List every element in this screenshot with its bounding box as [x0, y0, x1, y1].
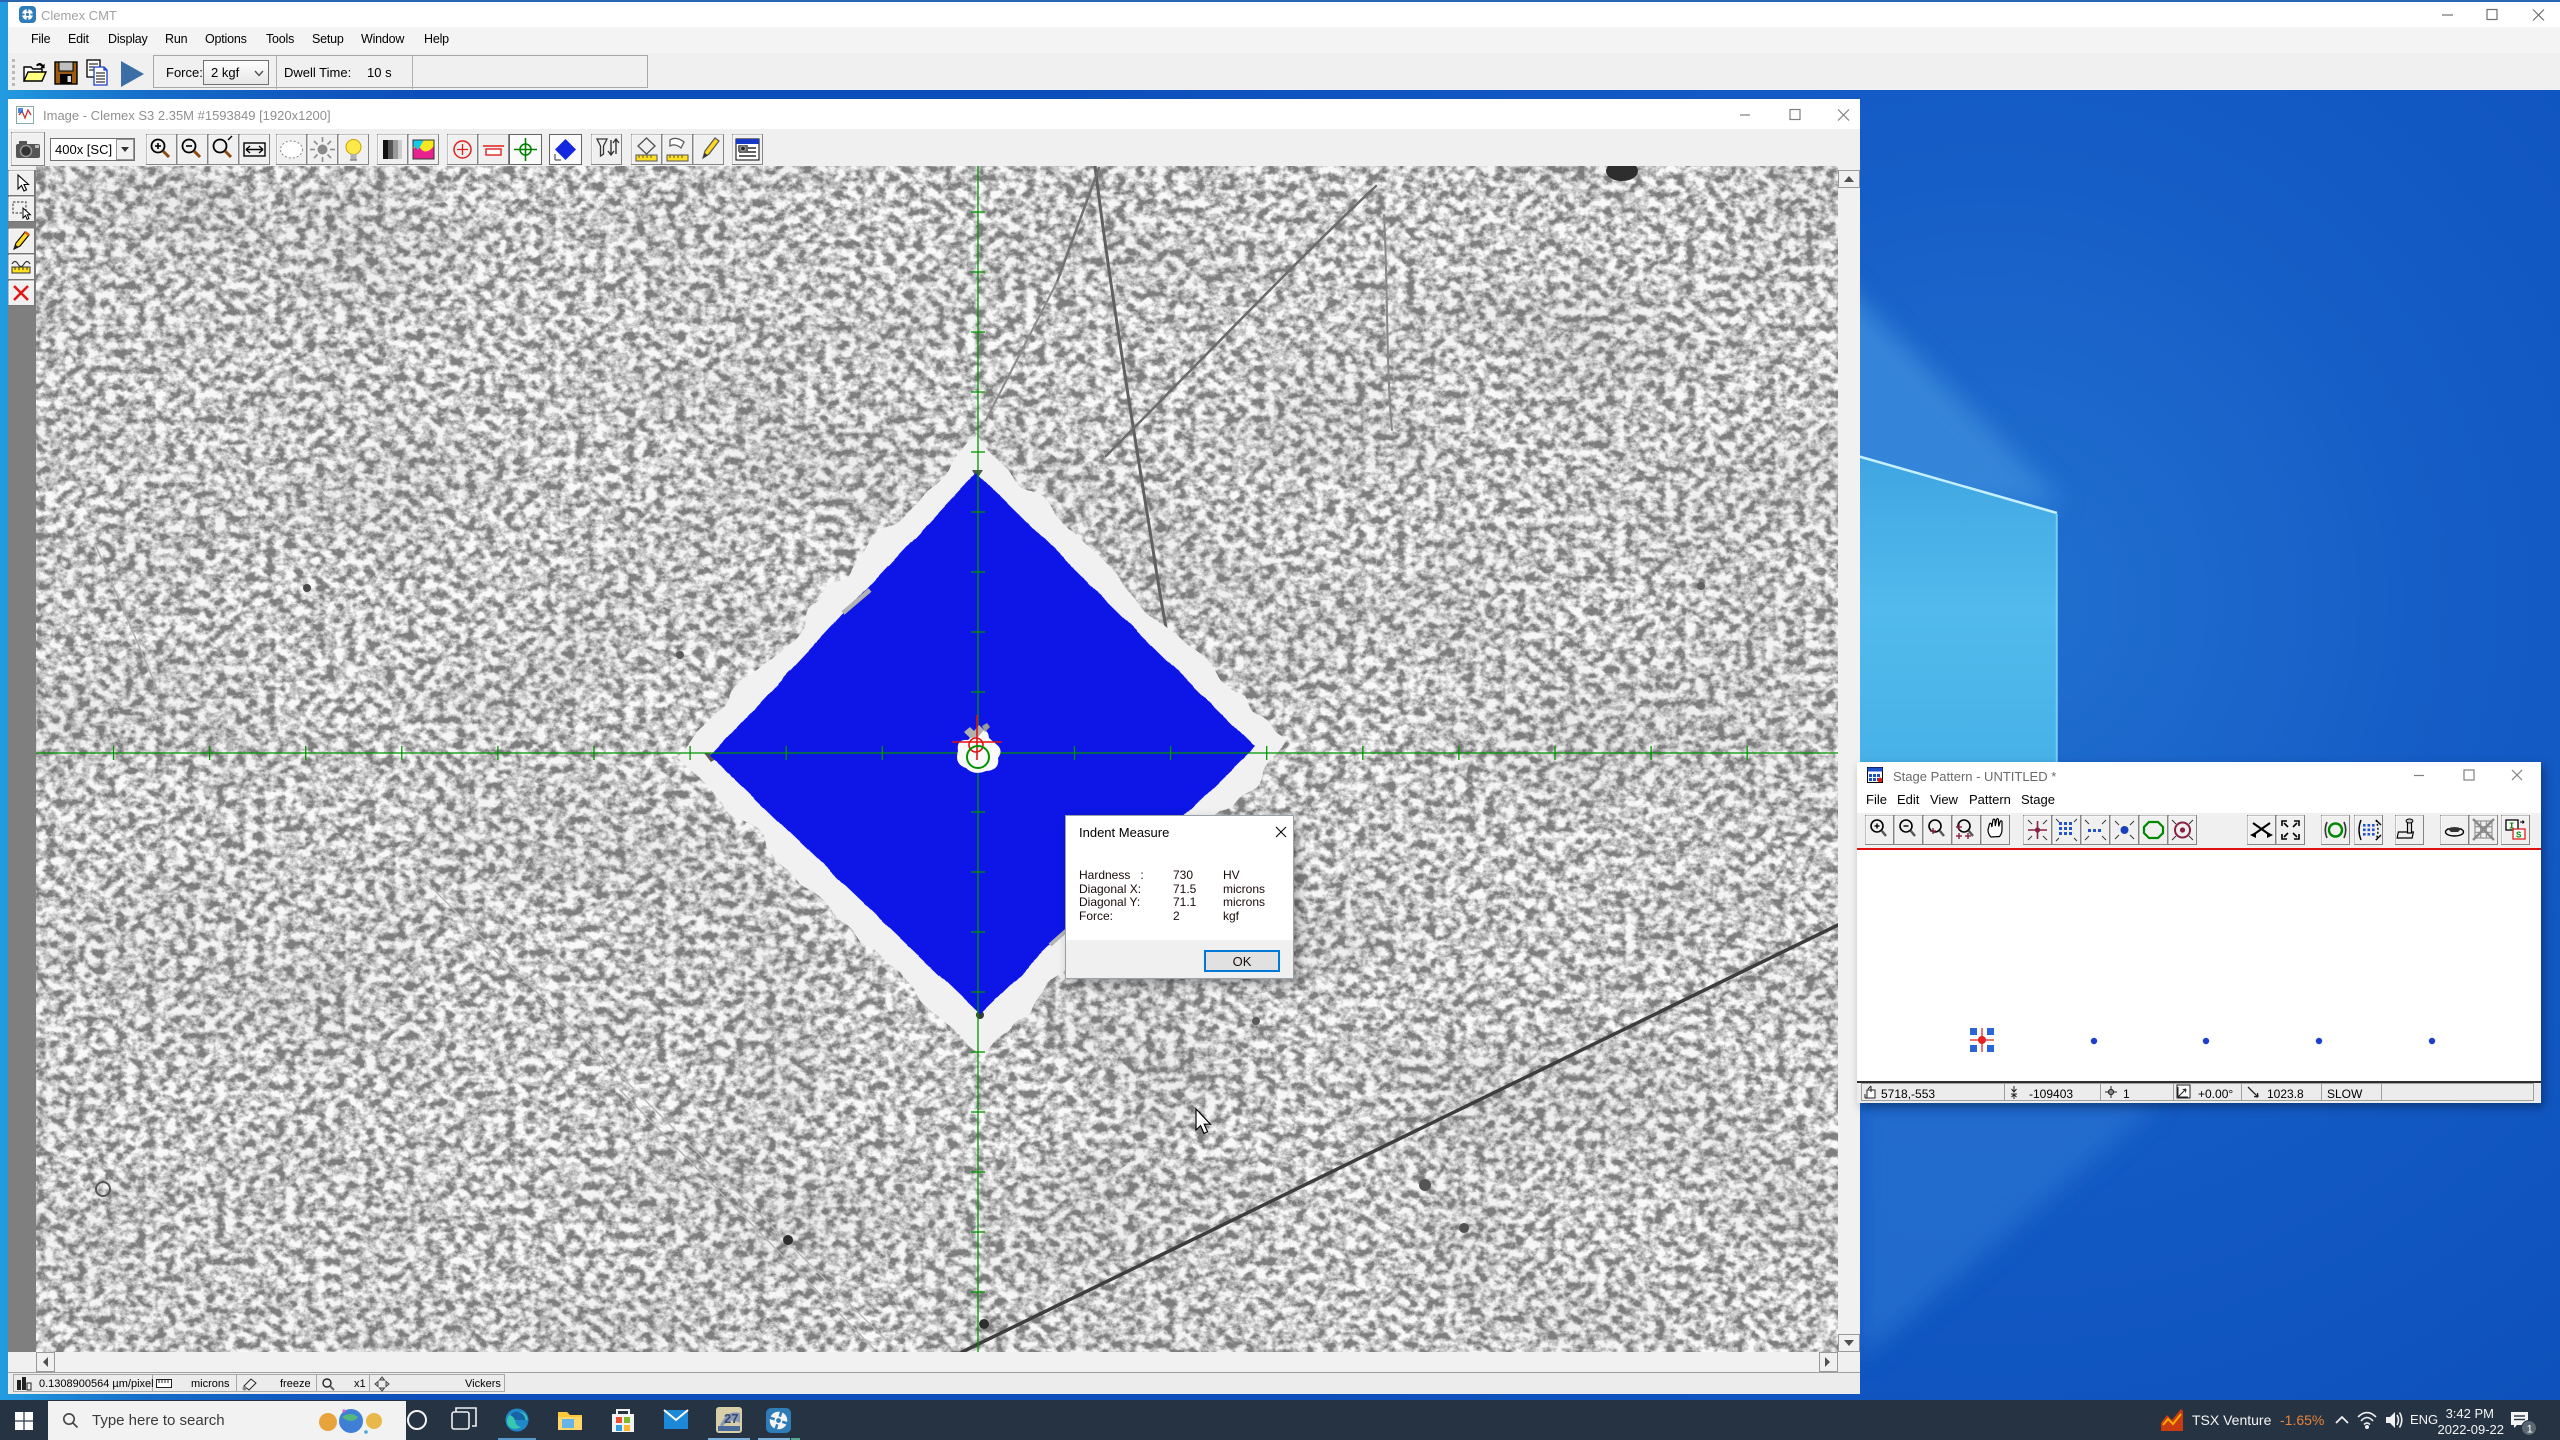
- svg-text:2022-09-22: 2022-09-22: [2438, 1422, 2505, 1437]
- svg-text:3:42 PM: 3:42 PM: [2446, 1406, 2494, 1421]
- svg-text:400x [SC]: 400x [SC]: [55, 142, 112, 157]
- svg-text:27: 27: [724, 1411, 738, 1426]
- svg-text:-1.65%: -1.65%: [2280, 1412, 2324, 1428]
- svg-text:1: 1: [2527, 1424, 2533, 1436]
- svg-text:ENG: ENG: [2410, 1412, 2438, 1427]
- svg-text:TSX Venture: TSX Venture: [2192, 1412, 2272, 1428]
- svg-text:S: S: [2516, 831, 2522, 841]
